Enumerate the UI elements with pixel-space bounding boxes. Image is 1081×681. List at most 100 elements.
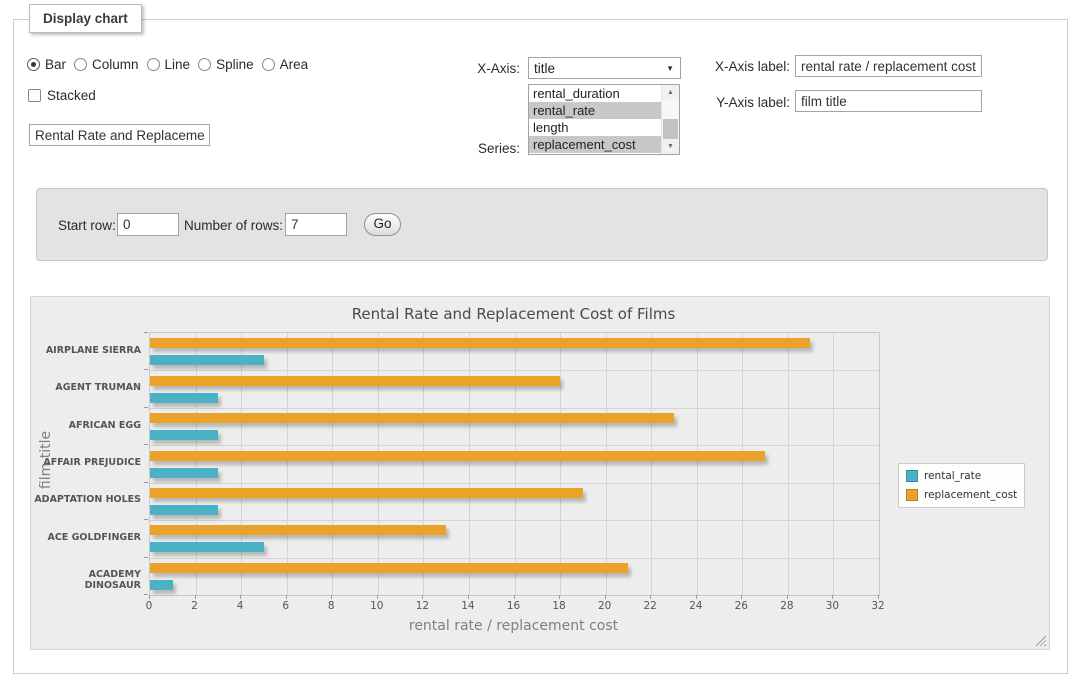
x-tick-label: 8 bbox=[316, 600, 346, 612]
bar-replacement_cost bbox=[150, 413, 674, 423]
bar-rental_rate bbox=[150, 505, 218, 515]
stacked-checkbox-row[interactable]: Stacked bbox=[28, 88, 96, 103]
chart: Rental Rate and Replacement Cost of Film… bbox=[30, 296, 1050, 650]
gridline-vertical bbox=[241, 333, 242, 595]
radio-icon[interactable] bbox=[74, 58, 87, 71]
x-tick-mark bbox=[195, 595, 196, 599]
radio-icon[interactable] bbox=[198, 58, 211, 71]
fieldset-legend: Display chart bbox=[29, 4, 142, 33]
x-axis-label-field-label: X-Axis label: bbox=[684, 59, 790, 74]
x-tick-label: 24 bbox=[681, 600, 711, 612]
radio-label[interactable]: Spline bbox=[216, 57, 254, 72]
radio-label[interactable]: Area bbox=[280, 57, 309, 72]
radio-label[interactable]: Bar bbox=[45, 57, 66, 72]
bar-replacement_cost bbox=[150, 451, 765, 461]
bar-replacement_cost bbox=[150, 563, 628, 573]
y-tick-mark bbox=[144, 369, 148, 370]
category-label: AFRICAN EGG bbox=[31, 420, 141, 431]
x-tick-mark bbox=[286, 595, 287, 599]
gridline-vertical bbox=[287, 333, 288, 595]
scroll-up-icon[interactable]: ▲ bbox=[662, 85, 679, 100]
category-label: AIRPLANE SIERRA bbox=[31, 345, 141, 356]
legend-label: replacement_cost bbox=[924, 489, 1017, 501]
bar-rental_rate bbox=[150, 430, 218, 440]
y-tick-mark bbox=[144, 482, 148, 483]
chart-title-input[interactable] bbox=[29, 124, 210, 146]
checkbox-icon[interactable] bbox=[28, 89, 41, 102]
gridline-vertical bbox=[742, 333, 743, 595]
legend-item: rental_rate bbox=[906, 468, 1017, 484]
x-tick-label: 22 bbox=[635, 600, 665, 612]
radio-option-area[interactable]: Area bbox=[262, 57, 309, 72]
x-tick-mark bbox=[468, 595, 469, 599]
y-tick-mark bbox=[144, 594, 148, 595]
radio-option-column[interactable]: Column bbox=[74, 57, 139, 72]
scroll-down-icon[interactable]: ▼ bbox=[662, 139, 679, 154]
start-row-input[interactable] bbox=[117, 213, 179, 236]
bar-rental_rate bbox=[150, 468, 218, 478]
listbox-scrollbar[interactable]: ▲ ▼ bbox=[661, 85, 679, 154]
x-tick-label: 12 bbox=[407, 600, 437, 612]
radio-option-spline[interactable]: Spline bbox=[198, 57, 254, 72]
x-tick-mark bbox=[514, 595, 515, 599]
legend-swatch-rental_rate bbox=[906, 470, 918, 482]
gridline-vertical bbox=[788, 333, 789, 595]
gridline-vertical bbox=[606, 333, 607, 595]
x-tick-mark bbox=[696, 595, 697, 599]
gridline-horizontal bbox=[150, 408, 879, 409]
series-select-label: Series: bbox=[414, 141, 520, 156]
page: Display chart Bar Column Line Spline Are… bbox=[0, 0, 1081, 681]
x-tick-label: 16 bbox=[499, 600, 529, 612]
category-label: ACE GOLDFINGER bbox=[31, 532, 141, 543]
dropdown-arrow-icon[interactable]: ▼ bbox=[666, 65, 674, 73]
x-axis-label-input[interactable] bbox=[795, 55, 982, 77]
radio-label[interactable]: Line bbox=[165, 57, 191, 72]
radio-icon[interactable] bbox=[27, 58, 40, 71]
x-tick-mark bbox=[149, 595, 150, 599]
stacked-label[interactable]: Stacked bbox=[47, 88, 96, 103]
y-axis-label-field-label: Y-Axis label: bbox=[684, 95, 790, 110]
x-tick-mark bbox=[240, 595, 241, 599]
scrollbar-thumb[interactable] bbox=[663, 119, 678, 140]
series-option-replacement-cost[interactable]: replacement_cost bbox=[529, 136, 662, 153]
x-axis-select[interactable]: title ▼ bbox=[528, 57, 681, 79]
series-option-rental-rate[interactable]: rental_rate bbox=[529, 102, 662, 119]
y-tick-mark bbox=[144, 332, 148, 333]
legend-item: replacement_cost bbox=[906, 487, 1017, 503]
gridline-horizontal bbox=[150, 483, 879, 484]
y-tick-mark bbox=[144, 557, 148, 558]
gridline-vertical bbox=[651, 333, 652, 595]
x-axis-selected-value: title bbox=[534, 61, 555, 76]
x-tick-mark bbox=[559, 595, 560, 599]
gridline-horizontal bbox=[150, 558, 879, 559]
radio-option-bar[interactable]: Bar bbox=[27, 57, 66, 72]
display-chart-fieldset: Display chart Bar Column Line Spline Are… bbox=[13, 19, 1068, 674]
radio-option-line[interactable]: Line bbox=[147, 57, 191, 72]
x-tick-label: 18 bbox=[544, 600, 574, 612]
x-tick-label: 6 bbox=[271, 600, 301, 612]
y-tick-mark bbox=[144, 519, 148, 520]
legend-label: rental_rate bbox=[924, 470, 981, 482]
radio-label[interactable]: Column bbox=[92, 57, 139, 72]
radio-icon[interactable] bbox=[262, 58, 275, 71]
series-option-rental-duration[interactable]: rental_duration bbox=[529, 85, 662, 102]
gridline-vertical bbox=[515, 333, 516, 595]
bar-replacement_cost bbox=[150, 376, 560, 386]
x-tick-label: 30 bbox=[817, 600, 847, 612]
series-option-length[interactable]: length bbox=[529, 119, 662, 136]
y-axis-label-input[interactable] bbox=[795, 90, 982, 112]
radio-icon[interactable] bbox=[147, 58, 160, 71]
bar-replacement_cost bbox=[150, 488, 583, 498]
series-listbox[interactable]: rental_duration rental_rate length repla… bbox=[528, 84, 680, 155]
x-tick-mark bbox=[787, 595, 788, 599]
gridline-vertical bbox=[196, 333, 197, 595]
x-tick-label: 2 bbox=[180, 600, 210, 612]
number-of-rows-input[interactable] bbox=[285, 213, 347, 236]
go-button[interactable]: Go bbox=[364, 213, 401, 236]
y-tick-mark bbox=[144, 444, 148, 445]
x-tick-mark bbox=[878, 595, 879, 599]
x-tick-label: 28 bbox=[772, 600, 802, 612]
x-tick-label: 20 bbox=[590, 600, 620, 612]
bar-rental_rate bbox=[150, 355, 264, 365]
resize-grip[interactable] bbox=[1035, 635, 1046, 646]
